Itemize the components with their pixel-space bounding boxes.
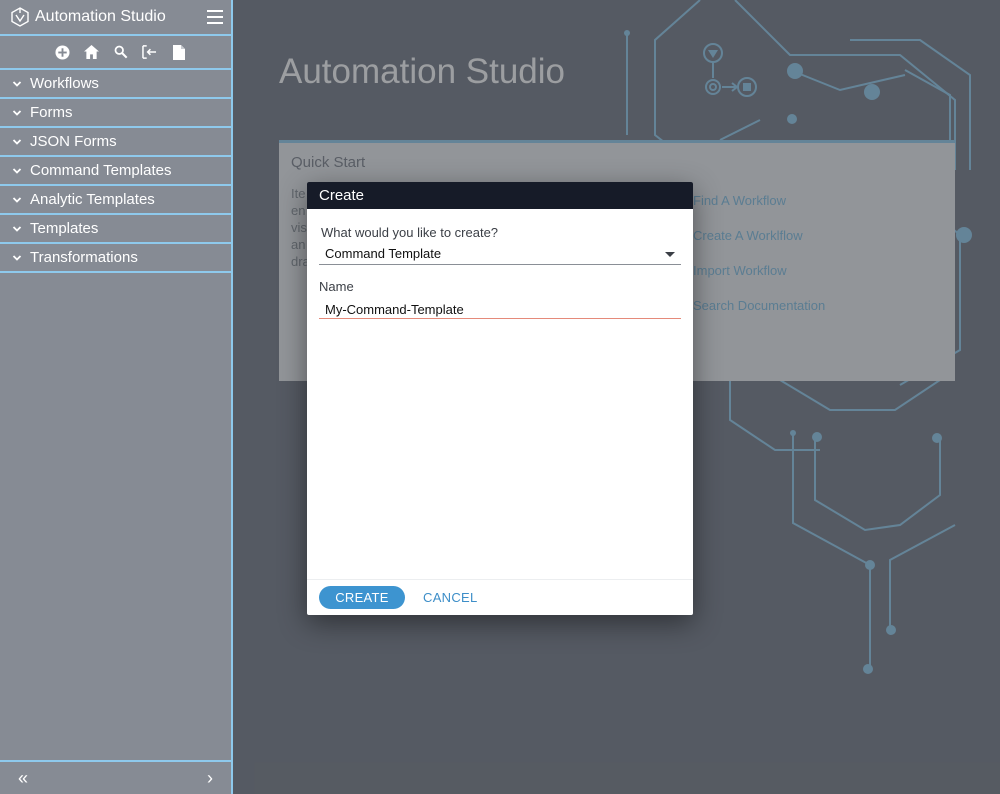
sidebar-item-command-templates[interactable]: Command Templates (0, 157, 231, 186)
sidebar-item-label: Workflows (30, 75, 99, 92)
dialog-actions: CREATE CANCEL (307, 579, 693, 615)
sidebar-item-forms[interactable]: Forms (0, 99, 231, 128)
sidebar-toolbar (0, 36, 231, 70)
sidebar-header: Automation Studio (0, 0, 231, 36)
import-icon[interactable] (141, 44, 158, 61)
sidebar-item-label: Command Templates (30, 162, 172, 179)
create-type-label: What would you like to create? (321, 225, 499, 240)
sidebar: Automation Studio Workflows Forms JSON For… (0, 0, 233, 794)
sidebar-item-json-forms[interactable]: JSON Forms (0, 128, 231, 157)
chevron-down-icon (12, 108, 22, 118)
automation-studio-logo-icon (11, 7, 29, 27)
sidebar-item-label: JSON Forms (30, 133, 117, 150)
dropdown-caret-icon (665, 251, 675, 257)
chevron-down-icon (12, 79, 22, 89)
home-icon[interactable] (83, 44, 100, 61)
create-type-select[interactable]: Command Template (319, 242, 681, 265)
create-button[interactable]: CREATE (319, 586, 405, 609)
add-icon[interactable] (54, 44, 71, 61)
sidebar-item-transformations[interactable]: Transformations (0, 244, 231, 273)
collapse-sidebar-button[interactable]: « (18, 768, 28, 789)
create-dialog: Create What would you like to create? Co… (307, 182, 693, 615)
sidebar-item-label: Analytic Templates (30, 191, 155, 208)
sidebar-item-label: Forms (30, 104, 73, 121)
cancel-button[interactable]: CANCEL (423, 590, 478, 605)
sidebar-item-workflows[interactable]: Workflows (0, 70, 231, 99)
document-icon[interactable] (170, 44, 187, 61)
name-label: Name (319, 279, 354, 294)
expand-sidebar-button[interactable]: › (207, 768, 213, 789)
sidebar-item-label: Templates (30, 220, 99, 237)
dialog-title: Create (307, 182, 693, 209)
hamburger-menu-icon[interactable] (207, 10, 223, 24)
sidebar-footer: « › (0, 760, 231, 794)
sidebar-item-templates[interactable]: Templates (0, 215, 231, 244)
sidebar-item-label: Transformations (30, 249, 138, 266)
chevron-down-icon (12, 137, 22, 147)
chevron-down-icon (12, 253, 22, 263)
sidebar-item-analytic-templates[interactable]: Analytic Templates (0, 186, 231, 215)
sidebar-title: Automation Studio (35, 8, 166, 25)
name-input[interactable] (319, 300, 681, 319)
chevron-down-icon (12, 224, 22, 234)
chevron-down-icon (12, 195, 22, 205)
chevron-down-icon (12, 166, 22, 176)
create-type-value: Command Template (325, 245, 442, 261)
search-icon[interactable] (112, 44, 129, 61)
